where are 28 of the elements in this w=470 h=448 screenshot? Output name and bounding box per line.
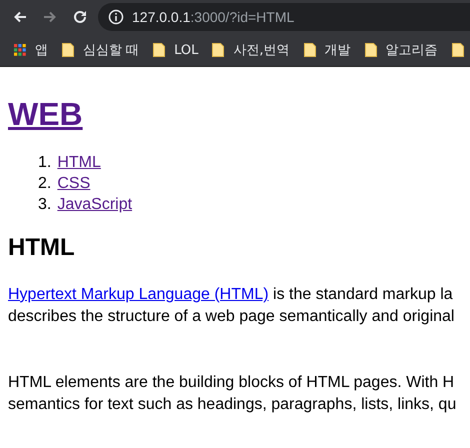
topic-link[interactable]: CSS [57,173,90,194]
paragraph-line: Hypertext Markup Language (HTML) is the standard markup la [8,285,454,305]
list-number: 2. [38,174,52,194]
folder-icon [452,43,464,57]
reload-icon [71,8,89,26]
site-title-link[interactable]: WEB [8,96,83,132]
bookmark-link[interactable]: 사전,번역 [233,41,290,59]
paragraph-line: describes the structure of a web page semantically and original [8,307,456,327]
apps-grid-icon [14,44,26,56]
info-icon[interactable] [108,9,124,25]
folder-icon [212,43,224,57]
paragraph-line: semantics for text such as headings, paragraphs, lists, links, qu [8,395,458,415]
section-heading: HTML [8,233,76,263]
list-number: 1. [38,153,52,173]
paragraph-line: HTML elements are the building blocks of HTML pages. With H [8,373,456,393]
folder-icon [364,43,377,57]
folder-icon [62,43,74,57]
bookmark-link[interactable]: 심심할 때 [83,41,140,59]
bookmark-link[interactable]: 알고리즘 [386,41,438,59]
bookmark-link[interactable]: 앱 [35,41,48,59]
bookmark-link[interactable]: 개발 [324,41,351,59]
folder-icon [153,43,166,57]
list-number: 3. [38,195,52,215]
link[interactable]: Hypertext Markup Language (HTML) [8,286,269,303]
topic-link[interactable]: HTML [57,152,101,173]
topic-link[interactable]: JavaScript [57,194,132,215]
bookmark-link[interactable]: LOL [174,42,198,58]
folder-icon [304,43,316,57]
